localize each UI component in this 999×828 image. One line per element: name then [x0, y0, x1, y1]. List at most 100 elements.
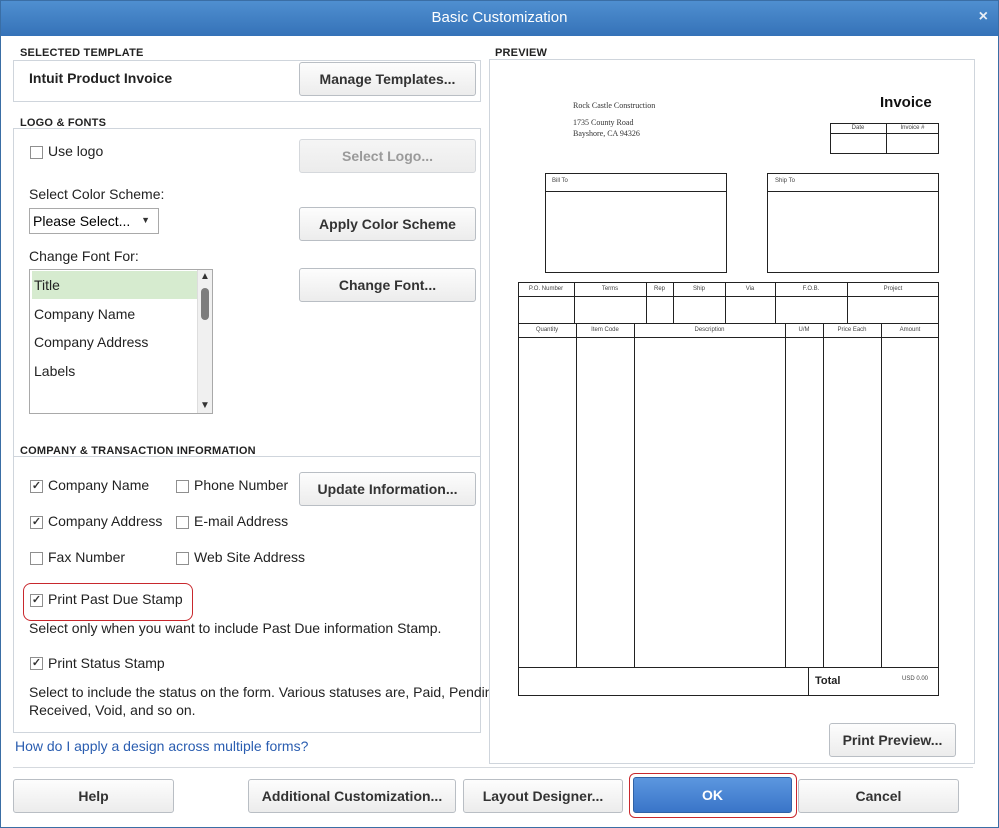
- chevron-down-icon: ▼: [141, 215, 150, 225]
- scroll-down-icon[interactable]: ▼: [200, 400, 210, 411]
- preview-label: PREVIEW: [495, 47, 548, 59]
- preview-total-col: [808, 667, 809, 696]
- preview-description-header: Description: [694, 327, 725, 333]
- preview-invoice-no-header: Invoice #: [900, 125, 925, 131]
- preview-line-col3: [785, 323, 786, 667]
- preview-price-header: Price Each: [837, 327, 867, 333]
- email-address-label: E-mail Address: [194, 513, 289, 529]
- preview-ship-to-divider: [767, 191, 939, 192]
- select-logo-button[interactable]: Select Logo...: [299, 139, 476, 173]
- preview-fob-header: F.O.B.: [802, 286, 820, 292]
- preview-company-name: Rock Castle Construction: [573, 101, 656, 110]
- font-list-scrollbar[interactable]: ▲ ▼: [197, 270, 212, 413]
- company-address-label: Company Address: [48, 513, 163, 529]
- web-site-checkbox[interactable]: [176, 552, 189, 565]
- ok-button-label: OK: [702, 787, 723, 803]
- print-preview-button[interactable]: Print Preview...: [829, 723, 956, 757]
- window-title: Basic Customization: [431, 9, 568, 26]
- use-logo-label: Use logo: [48, 143, 104, 159]
- preview-line-col4: [823, 323, 824, 667]
- manage-templates-button[interactable]: Manage Templates...: [299, 62, 476, 96]
- company-address-checkbox[interactable]: [30, 516, 43, 529]
- preview-line-header-divider: [518, 337, 939, 338]
- layout-designer-button[interactable]: Layout Designer...: [463, 779, 623, 813]
- preview-line-col1: [576, 323, 577, 667]
- status-help-line2: Received, Void, and so on.: [29, 702, 196, 718]
- color-scheme-label: Select Color Scheme:: [29, 186, 165, 202]
- phone-number-label: Phone Number: [194, 477, 289, 493]
- preview-invoice-title: Invoice: [880, 94, 932, 111]
- template-name: Intuit Product Invoice: [29, 70, 173, 86]
- preview-terms-header: Terms: [601, 286, 619, 292]
- preview-info-divider: [518, 296, 939, 297]
- web-site-label: Web Site Address: [194, 549, 306, 565]
- fax-number-checkbox[interactable]: [30, 552, 43, 565]
- preview-amount-header: Amount: [899, 327, 921, 333]
- font-item-company-name[interactable]: Company Name: [32, 300, 135, 328]
- change-font-label: Change Font For:: [29, 248, 139, 264]
- preview-rep-header: Rep: [653, 286, 665, 292]
- fax-number-label: Fax Number: [48, 549, 126, 565]
- preview-total-label: Total: [815, 675, 841, 687]
- font-item-title[interactable]: Title: [32, 271, 198, 299]
- preview-date-divider: [830, 133, 939, 134]
- preview-bill-to-box: [545, 173, 727, 273]
- apply-color-scheme-label: Apply Color Scheme: [319, 216, 456, 232]
- status-stamp-checkbox[interactable]: [30, 657, 43, 670]
- update-information-label: Update Information...: [317, 481, 458, 497]
- preview-address-line2: Bayshore, CA 94326: [573, 129, 640, 138]
- preview-item-code-header: Item Code: [591, 327, 619, 333]
- email-address-checkbox[interactable]: [176, 516, 189, 529]
- ok-button[interactable]: OK: [633, 777, 792, 813]
- apply-color-scheme-button[interactable]: Apply Color Scheme: [299, 207, 476, 241]
- selected-template-label: SELECTED TEMPLATE: [20, 47, 144, 59]
- scroll-up-icon[interactable]: ▲: [200, 271, 210, 282]
- preview-panel: Rock Castle Construction 1735 County Roa…: [489, 59, 975, 764]
- preview-qty-header: Quantity: [535, 327, 559, 333]
- preview-project-header: Project: [883, 286, 903, 292]
- past-due-checkbox[interactable]: [30, 594, 43, 607]
- dialog-body: SELECTED TEMPLATE Intuit Product Invoice…: [1, 36, 998, 827]
- preview-total-value: USD 0.00: [902, 676, 929, 682]
- use-logo-checkbox[interactable]: [30, 146, 43, 159]
- help-button[interactable]: Help: [13, 779, 174, 813]
- preview-total-divider: [518, 667, 939, 668]
- preview-address-line1: 1735 County Road: [573, 118, 634, 127]
- print-preview-label: Print Preview...: [842, 732, 943, 748]
- apply-design-help-link[interactable]: How do I apply a design across multiple …: [15, 738, 308, 754]
- preview-line-col5: [881, 323, 882, 667]
- update-information-button[interactable]: Update Information...: [299, 472, 476, 506]
- close-icon[interactable]: ×: [979, 8, 988, 26]
- preview-po-header: P.O. Number: [528, 286, 564, 292]
- preview-um-header: U/M: [798, 327, 810, 333]
- status-help-line1: Select to include the status on the form…: [29, 684, 505, 700]
- additional-customization-button[interactable]: Additional Customization...: [248, 779, 456, 813]
- footer-divider: [13, 767, 973, 768]
- preview-ship-to-box: [767, 173, 939, 273]
- preview-via-header: Via: [745, 286, 755, 292]
- manage-templates-label: Manage Templates...: [319, 71, 456, 87]
- scroll-thumb[interactable]: [201, 288, 209, 320]
- font-item-company-address[interactable]: Company Address: [32, 328, 148, 356]
- past-due-help-text: Select only when you want to include Pas…: [29, 620, 442, 636]
- preview-line-col2: [634, 323, 635, 667]
- cancel-button[interactable]: Cancel: [798, 779, 959, 813]
- cancel-button-label: Cancel: [855, 788, 902, 804]
- font-item-labels[interactable]: Labels: [32, 357, 75, 385]
- status-stamp-label: Print Status Stamp: [48, 655, 165, 671]
- change-font-button[interactable]: Change Font...: [299, 268, 476, 302]
- help-button-label: Help: [78, 788, 109, 804]
- past-due-label: Print Past Due Stamp: [48, 591, 183, 607]
- phone-number-checkbox[interactable]: [176, 480, 189, 493]
- preview-bill-to-label: Bill To: [552, 178, 568, 184]
- company-name-checkbox[interactable]: [30, 480, 43, 493]
- preview-ship-header: Ship: [692, 286, 705, 292]
- preview-date-header: Date: [851, 125, 865, 131]
- change-font-button-label: Change Font...: [338, 277, 437, 293]
- preview-line-table: [518, 323, 939, 696]
- basic-customization-window: Basic Customization × SELECTED TEMPLATE …: [0, 0, 999, 828]
- color-scheme-dropdown[interactable]: Please Select... ▼: [29, 208, 159, 234]
- select-logo-label: Select Logo...: [341, 148, 433, 164]
- font-target-list[interactable]: Title Company Name Company Address Label…: [29, 269, 213, 414]
- company-name-label: Company Name: [48, 477, 150, 493]
